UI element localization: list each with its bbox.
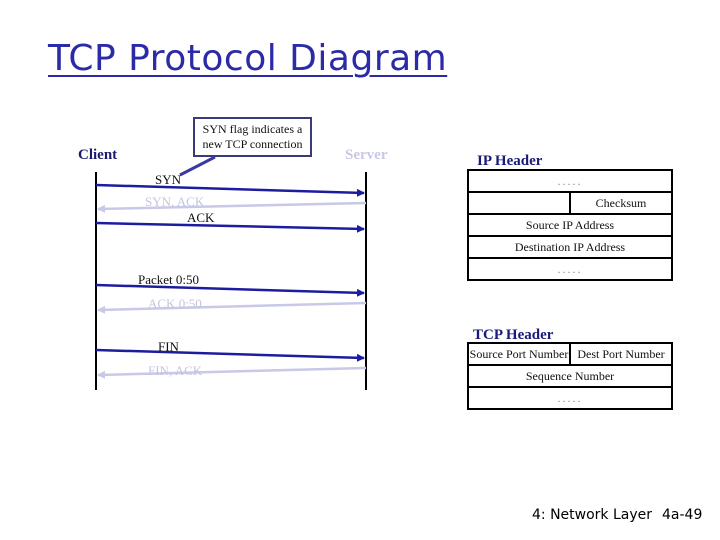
- ip-header-ellipsis: .....: [467, 257, 673, 281]
- ip-header-ellipsis: .....: [467, 169, 673, 193]
- tcp-header-row: .....: [467, 386, 673, 410]
- tcp-header-row: Source Port Number Dest Port Number: [467, 342, 673, 366]
- message-label-ack: ACK: [187, 210, 215, 225]
- message-arrow-ack-0-50: [97, 301, 367, 314]
- ip-header-row: Destination IP Address: [467, 235, 673, 259]
- message-label-syn-ack: SYN, ACK: [145, 194, 205, 209]
- slide-footer: 4: Network Layer 4a-49: [532, 507, 702, 523]
- ip-header-row: .....: [467, 169, 673, 193]
- footer-chapter: 4: Network Layer: [532, 507, 653, 523]
- ip-header-destination-ip: Destination IP Address: [467, 235, 673, 259]
- ip-header-source-ip: Source IP Address: [467, 213, 673, 237]
- tcp-header-sequence-number: Sequence Number: [467, 364, 673, 388]
- footer-page-number: 4a-49: [662, 507, 703, 523]
- tcp-header-ellipsis: .....: [467, 386, 673, 410]
- tcp-header-row: Sequence Number: [467, 364, 673, 388]
- message-arrow-ack: [95, 221, 365, 233]
- callout-pointer: [179, 155, 216, 177]
- message-label-packet: Packet 0:50: [138, 272, 200, 287]
- ip-header-row: .....: [467, 257, 673, 281]
- message-arrow-syn: [95, 183, 365, 197]
- ip-header-empty-field: [467, 191, 571, 215]
- message-arrow-fin: [95, 348, 365, 362]
- message-label-fin-ack: FIN, ACK: [148, 363, 203, 378]
- tcp-header-source-port: Source Port Number: [467, 342, 571, 366]
- message-label-syn: SYN: [155, 172, 182, 187]
- message-label-ack-0-50: ACK 0:50: [148, 296, 202, 311]
- ip-header-row: Source IP Address: [467, 213, 673, 237]
- tcp-header-dest-port: Dest Port Number: [569, 342, 673, 366]
- ip-header-table: ..... Checksum Source IP Address Destina…: [467, 169, 673, 281]
- ip-header-row: Checksum: [467, 191, 673, 215]
- message-arrow-fin-ack: [97, 366, 367, 379]
- ip-header-checksum: Checksum: [569, 191, 673, 215]
- ip-header-title: IP Header: [477, 153, 543, 169]
- message-arrow-syn-ack: [97, 201, 367, 213]
- message-label-fin: FIN: [158, 339, 179, 354]
- tcp-header-table: Source Port Number Dest Port Number Seque…: [467, 342, 673, 410]
- message-arrow-packet-0-50: [95, 283, 365, 297]
